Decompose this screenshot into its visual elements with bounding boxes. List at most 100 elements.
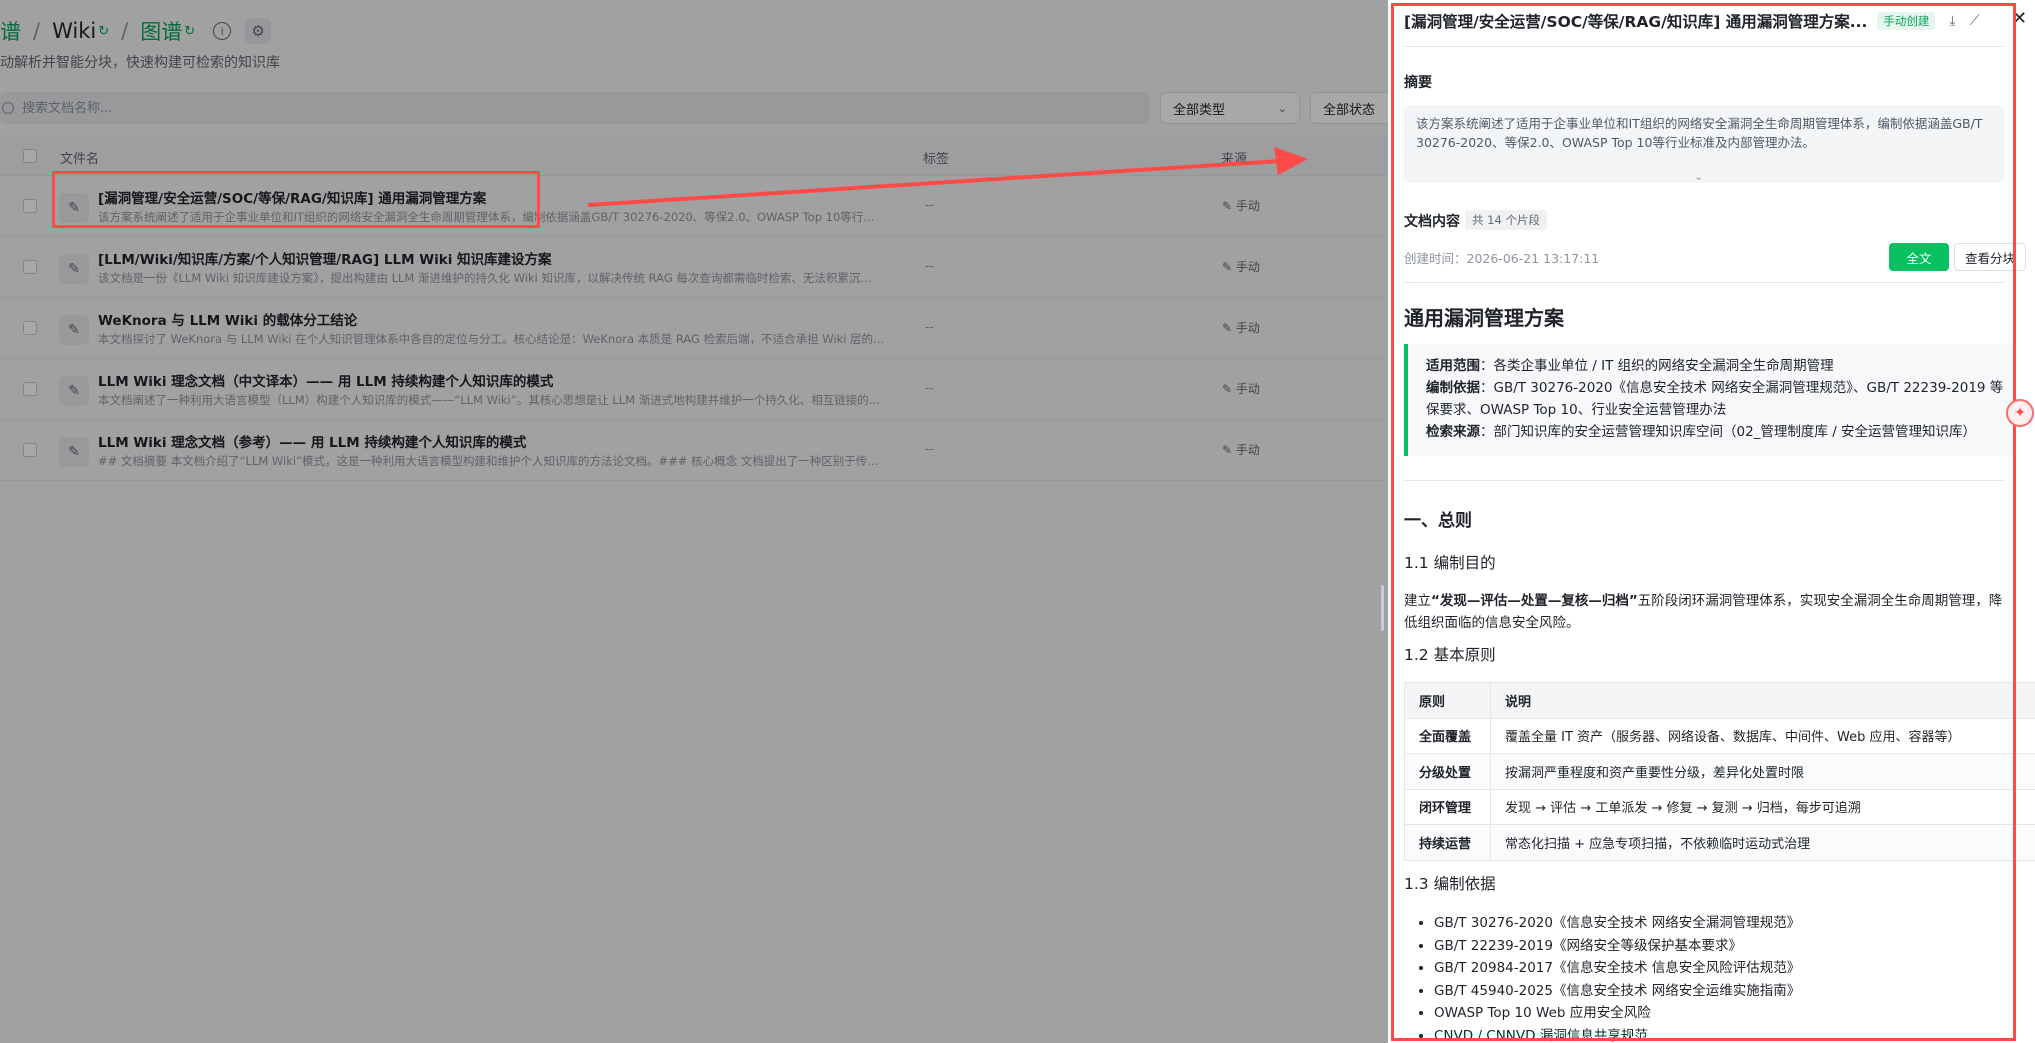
table-cell-key: 分级处置	[1404, 753, 1491, 790]
row-checkbox[interactable]	[23, 321, 37, 335]
doc-summary: ## 文档摘要 本文档介绍了“LLM Wiki”模式，这是一种利用大语言模型构建…	[98, 454, 879, 468]
table-row[interactable]: ✎ LLM Wiki 理念文档（中文译本）—— 用 LLM 持续构建个人知识库的…	[0, 359, 1388, 420]
edit-icon[interactable]: ✎	[59, 254, 89, 284]
doc-title[interactable]: [漏洞管理/安全运营/SOC/等保/RAG/知识库] 通用漏洞管理方案	[98, 187, 486, 207]
list-item: OWASP Top 10 Web 应用安全风险	[1434, 1002, 2014, 1025]
table-header-row: 原则 说明	[1404, 682, 2035, 719]
loading-icon: ↻	[98, 23, 110, 39]
close-icon[interactable]: ✕	[2012, 8, 2027, 29]
chevron-down-icon[interactable]: ⌄	[1694, 167, 1703, 186]
breadcrumb-item-wiki[interactable]: Wiki	[52, 19, 96, 43]
doc-title[interactable]: [LLM/Wiki/知识库/方案/个人知识管理/RAG] LLM Wiki 知识…	[98, 248, 552, 268]
search-box[interactable]	[0, 92, 1150, 124]
quote-line-source: 检索来源：部门知识库的安全运营管理知识库空间（02_管理制度库 / 安全运营管理…	[1426, 421, 2014, 443]
status-filter-select[interactable]: 全部状态	[1310, 92, 1388, 124]
row-checkbox[interactable]	[23, 443, 37, 457]
table-header: 文件名 标签 来源	[0, 136, 1388, 176]
filter-bar: 全部类型 ⌄ 全部状态	[0, 92, 1388, 124]
column-header-source: 来源	[1221, 152, 1248, 167]
edit-icon[interactable]: ✎	[59, 193, 89, 223]
list-item: GB/T 20984-2017《信息安全技术 信息安全风险评估规范》	[1434, 957, 2014, 980]
chart-icon[interactable]: ⟋	[1970, 13, 1980, 29]
table-row[interactable]: ✎ LLM Wiki 理念文档（参考）—— 用 LLM 持续构建个人知识库的模式…	[0, 420, 1388, 481]
search-input[interactable]	[22, 100, 622, 116]
reference-list: GB/T 30276-2020《信息安全技术 网络安全漏洞管理规范》 GB/T …	[1434, 912, 2014, 1043]
section-heading: 一、总则	[1404, 511, 1472, 531]
doc-source: ✎ 手动	[1222, 380, 1260, 397]
document-detail-drawer: [漏洞管理/安全运营/SOC/等保/RAG/知识库] 通用漏洞管理方案... 手…	[1388, 0, 2035, 1043]
doc-tag: --	[925, 259, 934, 273]
table-row: 分级处置 按漏洞严重程度和资产重要性分级，差异化处置时限	[1404, 753, 2035, 790]
assistant-float-icon[interactable]: ✦	[2006, 399, 2034, 427]
drawer-resize-handle[interactable]	[1381, 585, 1384, 631]
pencil-icon: ✎	[1222, 382, 1236, 396]
pencil-icon: ✎	[1222, 443, 1236, 457]
table-cell-value: 覆盖全量 IT 资产（服务器、网络设备、数据库、中间件、Web 应用、容器等）	[1490, 717, 2035, 754]
pencil-icon: ✎	[1222, 321, 1236, 335]
select-all-checkbox[interactable]	[23, 149, 37, 163]
table-cell-key: 持续运营	[1404, 824, 1491, 861]
subsection-heading: 1.2 基本原则	[1404, 646, 1496, 664]
table-cell-key: 闭环管理	[1404, 788, 1491, 825]
quote-value: ：GB/T 30276-2020《信息安全技术 网络安全漏洞管理规范》、GB/T…	[1426, 380, 2004, 418]
doc-source: ✎ 手动	[1222, 319, 1260, 336]
breadcrumb-item-kb[interactable]: 谱	[0, 16, 21, 46]
edit-icon[interactable]: ✎	[59, 376, 89, 406]
doc-title[interactable]: LLM Wiki 理念文档（参考）—— 用 LLM 持续构建个人知识库的模式	[98, 431, 526, 451]
doc-title[interactable]: WeKnora 与 LLM Wiki 的载体分工结论	[98, 309, 357, 329]
section-divider	[1404, 480, 2004, 481]
content-divider	[1404, 282, 2004, 283]
table-cell-value: 按漏洞严重程度和资产重要性分级，差异化处置时限	[1490, 753, 2035, 790]
row-checkbox[interactable]	[23, 199, 37, 213]
page-subtitle: 动解析并智能分块，快速构建可检索的知识库	[0, 55, 280, 71]
full-text-button[interactable]: 全文	[1889, 243, 1949, 271]
para-text: 建立	[1404, 593, 1431, 609]
doc-tag: --	[925, 442, 934, 456]
quote-line-basis: 编制依据：GB/T 30276-2020《信息安全技术 网络安全漏洞管理规范》、…	[1426, 377, 2014, 421]
table-row: 持续运营 常态化扫描 + 应急专项扫描，不依赖临时运动式治理	[1404, 824, 2035, 861]
subsection-heading: 1.3 编制依据	[1404, 875, 1496, 893]
table-cell-value: 发现 → 评估 → 工单派发 → 修复 → 复测 → 归档，每步可追溯	[1490, 788, 2035, 825]
breadcrumb: 谱 / Wiki ↻ / 图谱 ↻ i ⚙	[0, 16, 272, 46]
doc-source-label: 手动	[1235, 443, 1260, 457]
list-item: GB/T 30276-2020《信息安全技术 网络安全漏洞管理规范》	[1434, 912, 2014, 935]
chunk-count-badge: 共 14 个片段	[1465, 210, 1547, 230]
table-row[interactable]: ✎ [LLM/Wiki/知识库/方案/个人知识管理/RAG] LLM Wiki …	[0, 237, 1388, 298]
edit-icon[interactable]: ✎	[59, 315, 89, 345]
row-checkbox[interactable]	[23, 382, 37, 396]
view-chunks-button[interactable]: 查看分块	[1954, 243, 2026, 271]
doc-tag: --	[925, 320, 934, 334]
table-row: 全面覆盖 覆盖全量 IT 资产（服务器、网络设备、数据库、中间件、Web 应用、…	[1404, 717, 2035, 754]
summary-label: 摘要	[1404, 75, 1432, 91]
doc-source: ✎ 手动	[1222, 258, 1260, 275]
table-row[interactable]: ✎ WeKnora 与 LLM Wiki 的载体分工结论 本文档探讨了 WeKn…	[0, 298, 1388, 359]
quote-line-scope: 适用范围：各类企事业单位 / IT 组织的网络安全漏洞全生命周期管理	[1426, 355, 2014, 377]
table-row: 闭环管理 发现 → 评估 → 工单派发 → 修复 → 复测 → 归档，每步可追溯	[1404, 788, 2035, 825]
row-checkbox[interactable]	[23, 260, 37, 274]
doc-heading: 通用漏洞管理方案	[1404, 306, 1564, 330]
type-filter-select[interactable]: 全部类型 ⌄	[1160, 92, 1300, 124]
header-divider	[1404, 46, 2004, 47]
table-header-cell: 说明	[1490, 682, 2035, 719]
quote-key: 检索来源	[1426, 424, 1480, 440]
breadcrumb-item-graph[interactable]: 图谱	[140, 16, 182, 46]
created-time: 创建时间：2026-06-21 13:17:11	[1404, 251, 1600, 266]
para-bold: “发现—评估—处置—复核—归档”	[1431, 593, 1638, 609]
info-icon[interactable]: i	[213, 22, 232, 40]
source-badge: 手动创建	[1877, 12, 1936, 30]
doc-title[interactable]: LLM Wiki 理念文档（中文译本）—— 用 LLM 持续构建个人知识库的模式	[98, 370, 553, 390]
list-item: GB/T 45940-2025《信息安全技术 网络安全运维实施指南》	[1434, 980, 2014, 1003]
breadcrumb-separator: /	[33, 19, 41, 43]
table-row[interactable]: ✎ [漏洞管理/安全运营/SOC/等保/RAG/知识库] 通用漏洞管理方案 该方…	[0, 176, 1388, 237]
list-item: CNVD / CNNVD 漏洞信息共享规范	[1434, 1025, 2014, 1043]
table-cell-value: 常态化扫描 + 应急专项扫描，不依赖临时运动式治理	[1490, 824, 2035, 861]
doc-source: ✎ 手动	[1222, 441, 1260, 458]
gear-icon[interactable]: ⚙	[245, 18, 272, 44]
chevron-down-icon: ⌄	[1277, 102, 1287, 115]
loading-icon: ↻	[184, 23, 196, 39]
edit-icon[interactable]: ✎	[59, 437, 89, 467]
doc-tag: --	[925, 198, 934, 212]
breadcrumb-separator: /	[121, 19, 129, 43]
download-icon[interactable]: ⤓	[1949, 13, 1955, 29]
doc-tag: --	[925, 381, 934, 395]
